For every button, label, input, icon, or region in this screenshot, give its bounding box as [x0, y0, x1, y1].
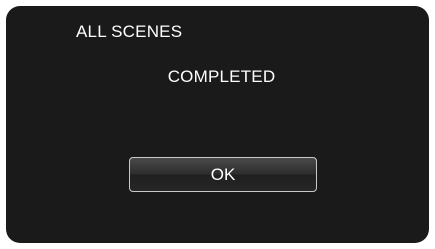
ok-button[interactable]: OK [129, 157, 317, 192]
screen-title: ALL SCENES [76, 22, 183, 41]
camera-screen: ALL SCENES COMPLETED OK [6, 6, 429, 243]
status-message: COMPLETED [167, 67, 276, 86]
